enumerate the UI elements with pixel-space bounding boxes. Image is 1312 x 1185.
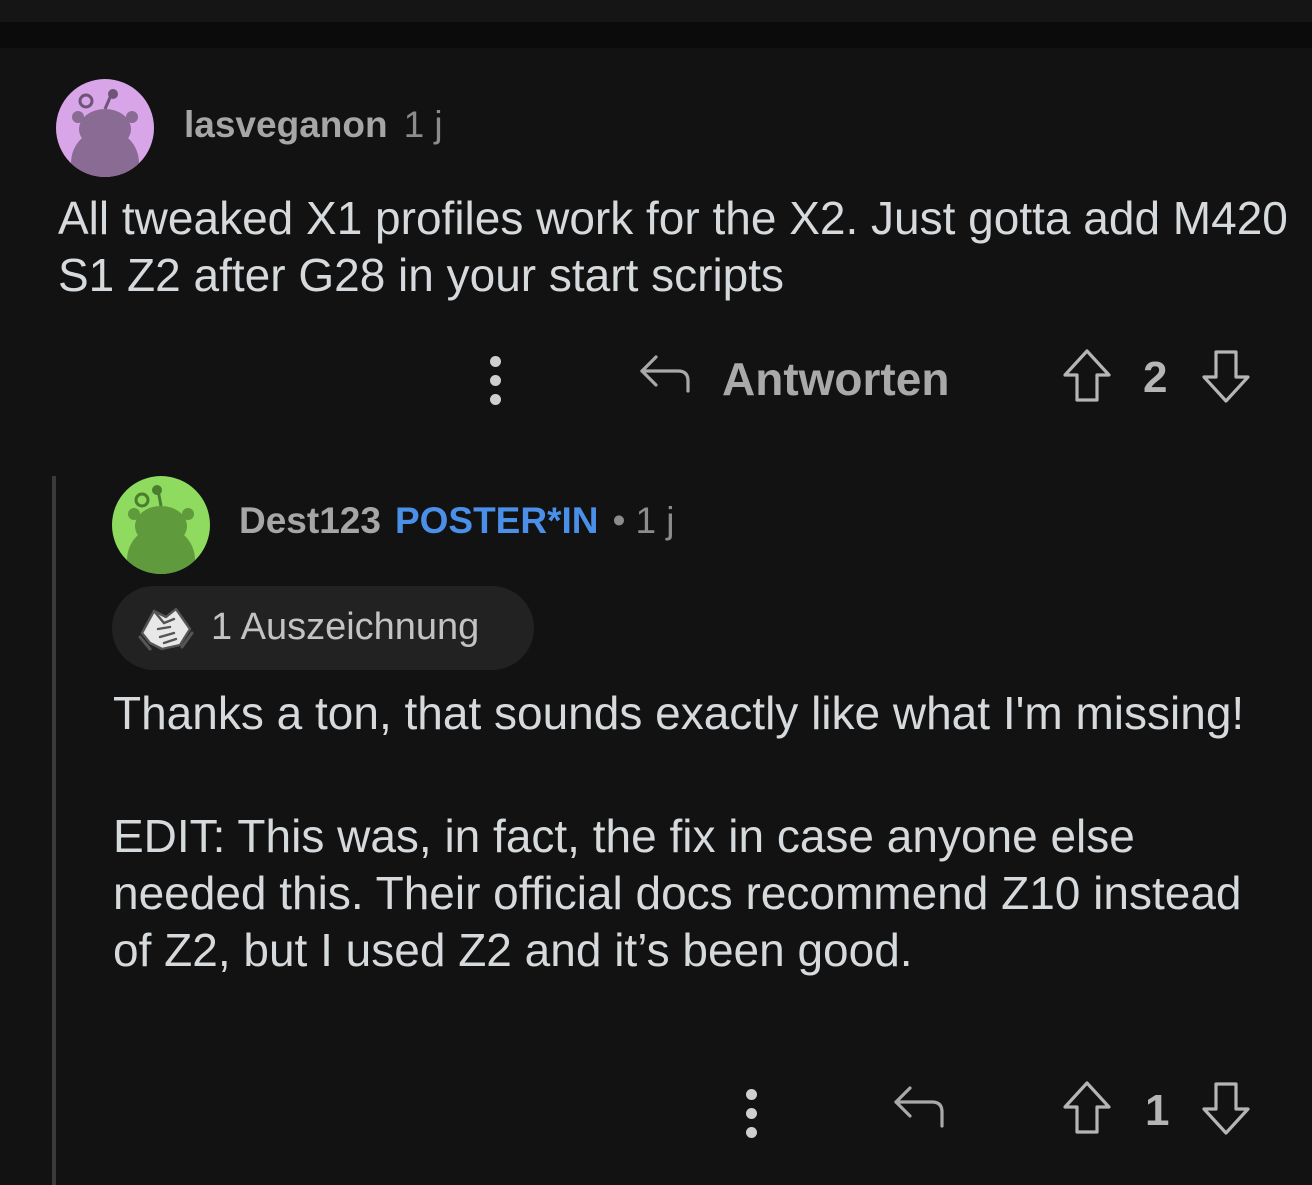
comment-paragraph: Thanks a ton, that sounds exactly like w… <box>113 687 1245 739</box>
snoo-avatar-icon[interactable] <box>56 79 154 177</box>
comment-meta: lasveganon 1 j <box>184 104 443 146</box>
username[interactable]: Dest123 <box>239 500 381 542</box>
comment-meta: Dest123 POSTER*IN • 1 j <box>239 500 675 542</box>
vote-score: 2 <box>1143 353 1168 402</box>
reply-button[interactable]: Antworten <box>722 352 949 406</box>
upvote-arrow-icon[interactable] <box>1061 348 1113 409</box>
award-label: 1 Auszeichnung <box>211 606 480 648</box>
comment-paragraph: EDIT: This was, in fact, the fix in case… <box>113 810 1242 976</box>
top-divider-bar <box>0 22 1312 48</box>
comment-body: Thanks a ton, that sounds exactly like w… <box>113 685 1283 979</box>
thread-line[interactable] <box>52 476 56 1185</box>
reply-arrow-icon[interactable] <box>892 1082 946 1135</box>
username[interactable]: lasveganon <box>184 104 388 146</box>
comment-body: All tweaked X1 profiles work for the X2.… <box>58 192 1288 301</box>
award-badge[interactable]: 1 Auszeichnung <box>112 586 534 670</box>
downvote-arrow-icon[interactable] <box>1200 348 1252 409</box>
snoo-avatar-icon[interactable] <box>112 476 210 574</box>
upvote-arrow-icon[interactable] <box>1061 1080 1113 1141</box>
timestamp: 1 j <box>635 500 675 541</box>
top-background <box>0 0 1312 22</box>
kebab-vertical-icon[interactable] <box>487 356 503 413</box>
meta-separator: • <box>612 500 626 541</box>
op-flair-badge: POSTER*IN <box>394 500 599 541</box>
kebab-vertical-icon[interactable] <box>743 1089 759 1146</box>
reply-arrow-icon[interactable] <box>638 351 692 400</box>
downvote-arrow-icon[interactable] <box>1200 1080 1252 1141</box>
handshake-award-icon <box>136 599 196 662</box>
vote-score: 1 <box>1145 1086 1170 1135</box>
timestamp: 1 j <box>403 104 443 145</box>
